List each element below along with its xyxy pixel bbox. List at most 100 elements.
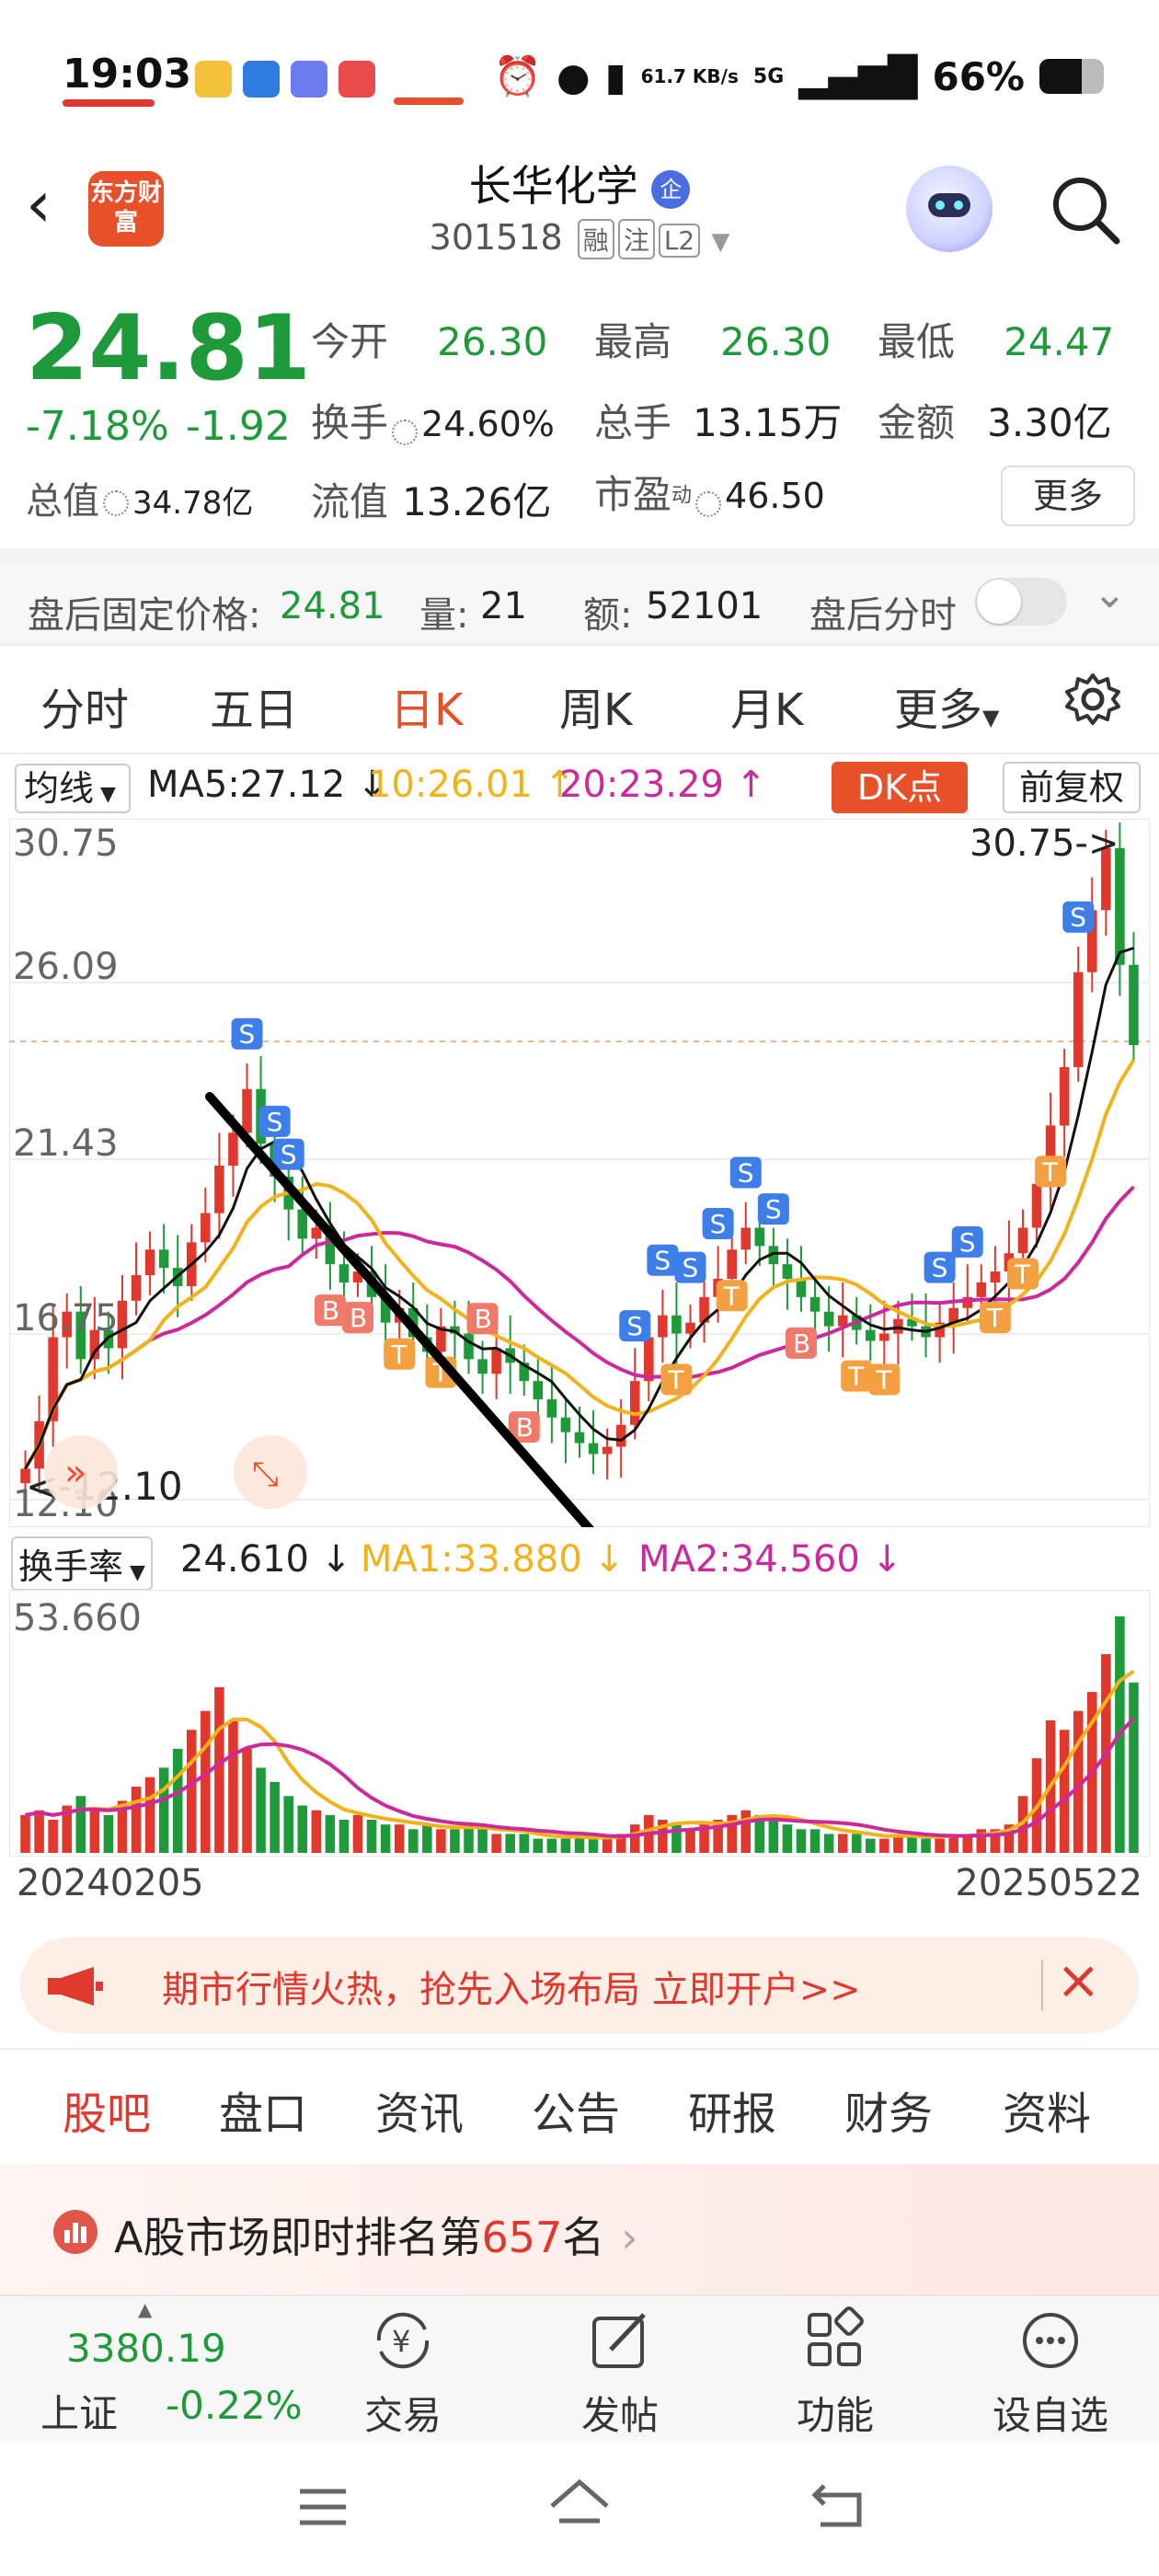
ma5-text: MA5:27.12 [147,764,346,806]
amount-value: 3.30亿 [987,400,1112,445]
tab-guba[interactable]: 股吧 [63,2077,151,2142]
turnover-current: 24.610 ↓ [180,1538,352,1581]
settings-gear-icon[interactable] [1063,670,1122,729]
axis-label: 16.75 [13,1297,119,1340]
turnover-bar [214,1686,224,1853]
assistant-robot-icon[interactable] [906,166,993,252]
rank-suffix: 名 [562,2213,605,2262]
date-end: 20250522 [955,1862,1142,1904]
location-icon: ● [556,53,591,99]
float-market-value: 流值 13.26亿 [311,471,551,527]
info-icon[interactable] [695,490,722,517]
nav-trade[interactable]: ¥ 交易 [329,2304,476,2441]
info-icon[interactable] [392,419,419,445]
turnover-select[interactable]: 换手率 ▼ [11,1536,153,1591]
turnover-value: 24.60% [421,404,555,444]
tab-news[interactable]: 资讯 [375,2077,464,2142]
collapse-arrow-icon[interactable]: ▲ [138,2298,152,2320]
candle-body [671,1315,682,1334]
tab-research[interactable]: 研报 [688,2077,776,2142]
candle-body [658,1315,668,1338]
double-chevron-icon: » [64,1452,86,1494]
kline-chart[interactable]: SSSBBTTBBSSSSSSTTBTTSSTTTSS 30.75 26.09 … [9,819,1150,1527]
dropdown-icon: ▼ [94,783,116,806]
candle-body [491,1348,501,1374]
tab-financials[interactable]: 财务 [844,2077,933,2142]
candle-body [588,1443,599,1455]
nav-functions[interactable]: 功能 [762,2304,909,2441]
tab-daily-k[interactable]: 日K [390,673,463,738]
tab-profile[interactable]: 资料 [1003,2077,1091,2142]
candle-body [782,1264,793,1280]
tab-order-book[interactable]: 盘口 [219,2077,307,2142]
axis-label: 21.43 [13,1122,119,1165]
turnover-bar [228,1719,238,1853]
home-icon[interactable] [546,2475,613,2536]
alarm-icon: ⏰ [493,53,542,98]
candle-body [144,1249,155,1276]
turnover-bar [921,1838,931,1853]
back-nav-icon[interactable] [808,2477,868,2537]
candle-body [242,1088,252,1133]
turnover-bar [75,1796,86,1853]
nav-functions-label: 功能 [796,2393,874,2438]
volume-value: 13.15万 [693,400,843,445]
turnover-bar [560,1838,571,1853]
turnover-bar [796,1829,807,1853]
turnover-bar [505,1834,515,1853]
turnover-bar [768,1819,779,1853]
ma-select[interactable]: 均线 ▼ [15,764,131,813]
candle-body [1031,1183,1042,1228]
tab-more[interactable]: 更多▼ [894,673,999,738]
dk-point-button[interactable]: DK点 [832,762,968,813]
signal-marker-label: T [1041,1156,1059,1187]
registration-tag: 注 [617,219,655,259]
tab-monthly-k[interactable]: 月K [730,673,803,738]
rank-text[interactable]: A股市场即时排名第657名 › [114,2204,638,2265]
info-icon[interactable] [103,490,129,516]
turnover-bar [380,1824,391,1853]
turnover-bar [270,1781,280,1853]
menu-icon[interactable] [293,2477,353,2537]
turnover-bar [34,1810,44,1853]
close-icon[interactable]: × [1056,1949,1101,2011]
turnover-indicator-row: 换手率 ▼ 24.610 ↓ MA1:33.880 ↓ MA2:34.560 ↓ [0,1531,1159,1592]
candle-body [131,1275,142,1301]
nav-add-watchlist[interactable]: 设自选 [977,2304,1124,2441]
turnover-bar [394,1824,405,1853]
high-label: 最高 [594,319,672,364]
active-tab-underline [394,98,464,105]
rank-prefix: A股市场即时排名第 [114,2213,482,2262]
search-icon[interactable] [1049,173,1122,247]
tab-weekly-k[interactable]: 周K [559,673,632,738]
turnover-chart[interactable]: 53.660 [9,1590,1150,1857]
tab-announcements[interactable]: 公告 [532,2077,620,2142]
candle-body [297,1209,308,1239]
signal-marker-label: S [654,1246,671,1276]
signal-marker-label: B [350,1303,367,1333]
index-value[interactable]: 3380.19 [66,2326,226,2371]
chevron-down-icon[interactable]: ⌄ [1093,570,1127,617]
tab-timeshare[interactable]: 分时 [40,673,129,738]
tab-five-day[interactable]: 五日 [210,673,298,738]
nav-post[interactable]: 发帖 [546,2304,694,2441]
tab-more-label: 更多 [894,684,983,736]
signal-marker-label: B [516,1412,534,1443]
svg-text:¥: ¥ [392,2324,410,2359]
candle-body [629,1381,640,1425]
turnover-bar [422,1824,432,1853]
pe-ratio: 市盈动 46.50 [594,464,825,520]
signal-icon: ▂▄▆█ [798,53,918,99]
turnover-bar [782,1824,793,1853]
turnover-label: 换手 [311,400,389,445]
signal-marker-label: T [390,1340,407,1370]
price-adjust-select[interactable]: 前复权 [1003,762,1141,813]
ma20-value: 20:23.29 ↑ [559,764,767,806]
turnover-bar [366,1819,377,1853]
ma-indicator-row: MA5:27.12 ↓ 10:26.01 ↑ 20:23.29 ↑ [0,756,1159,817]
candle-body [158,1249,169,1269]
promo-text[interactable]: 期市行情火热，抢先入场布局 立即开户>> [162,1960,861,2013]
turnover-bar [89,1810,100,1853]
more-button[interactable]: 更多 [1001,466,1135,526]
amount-quote: 金额 3.30亿 [878,392,1112,448]
